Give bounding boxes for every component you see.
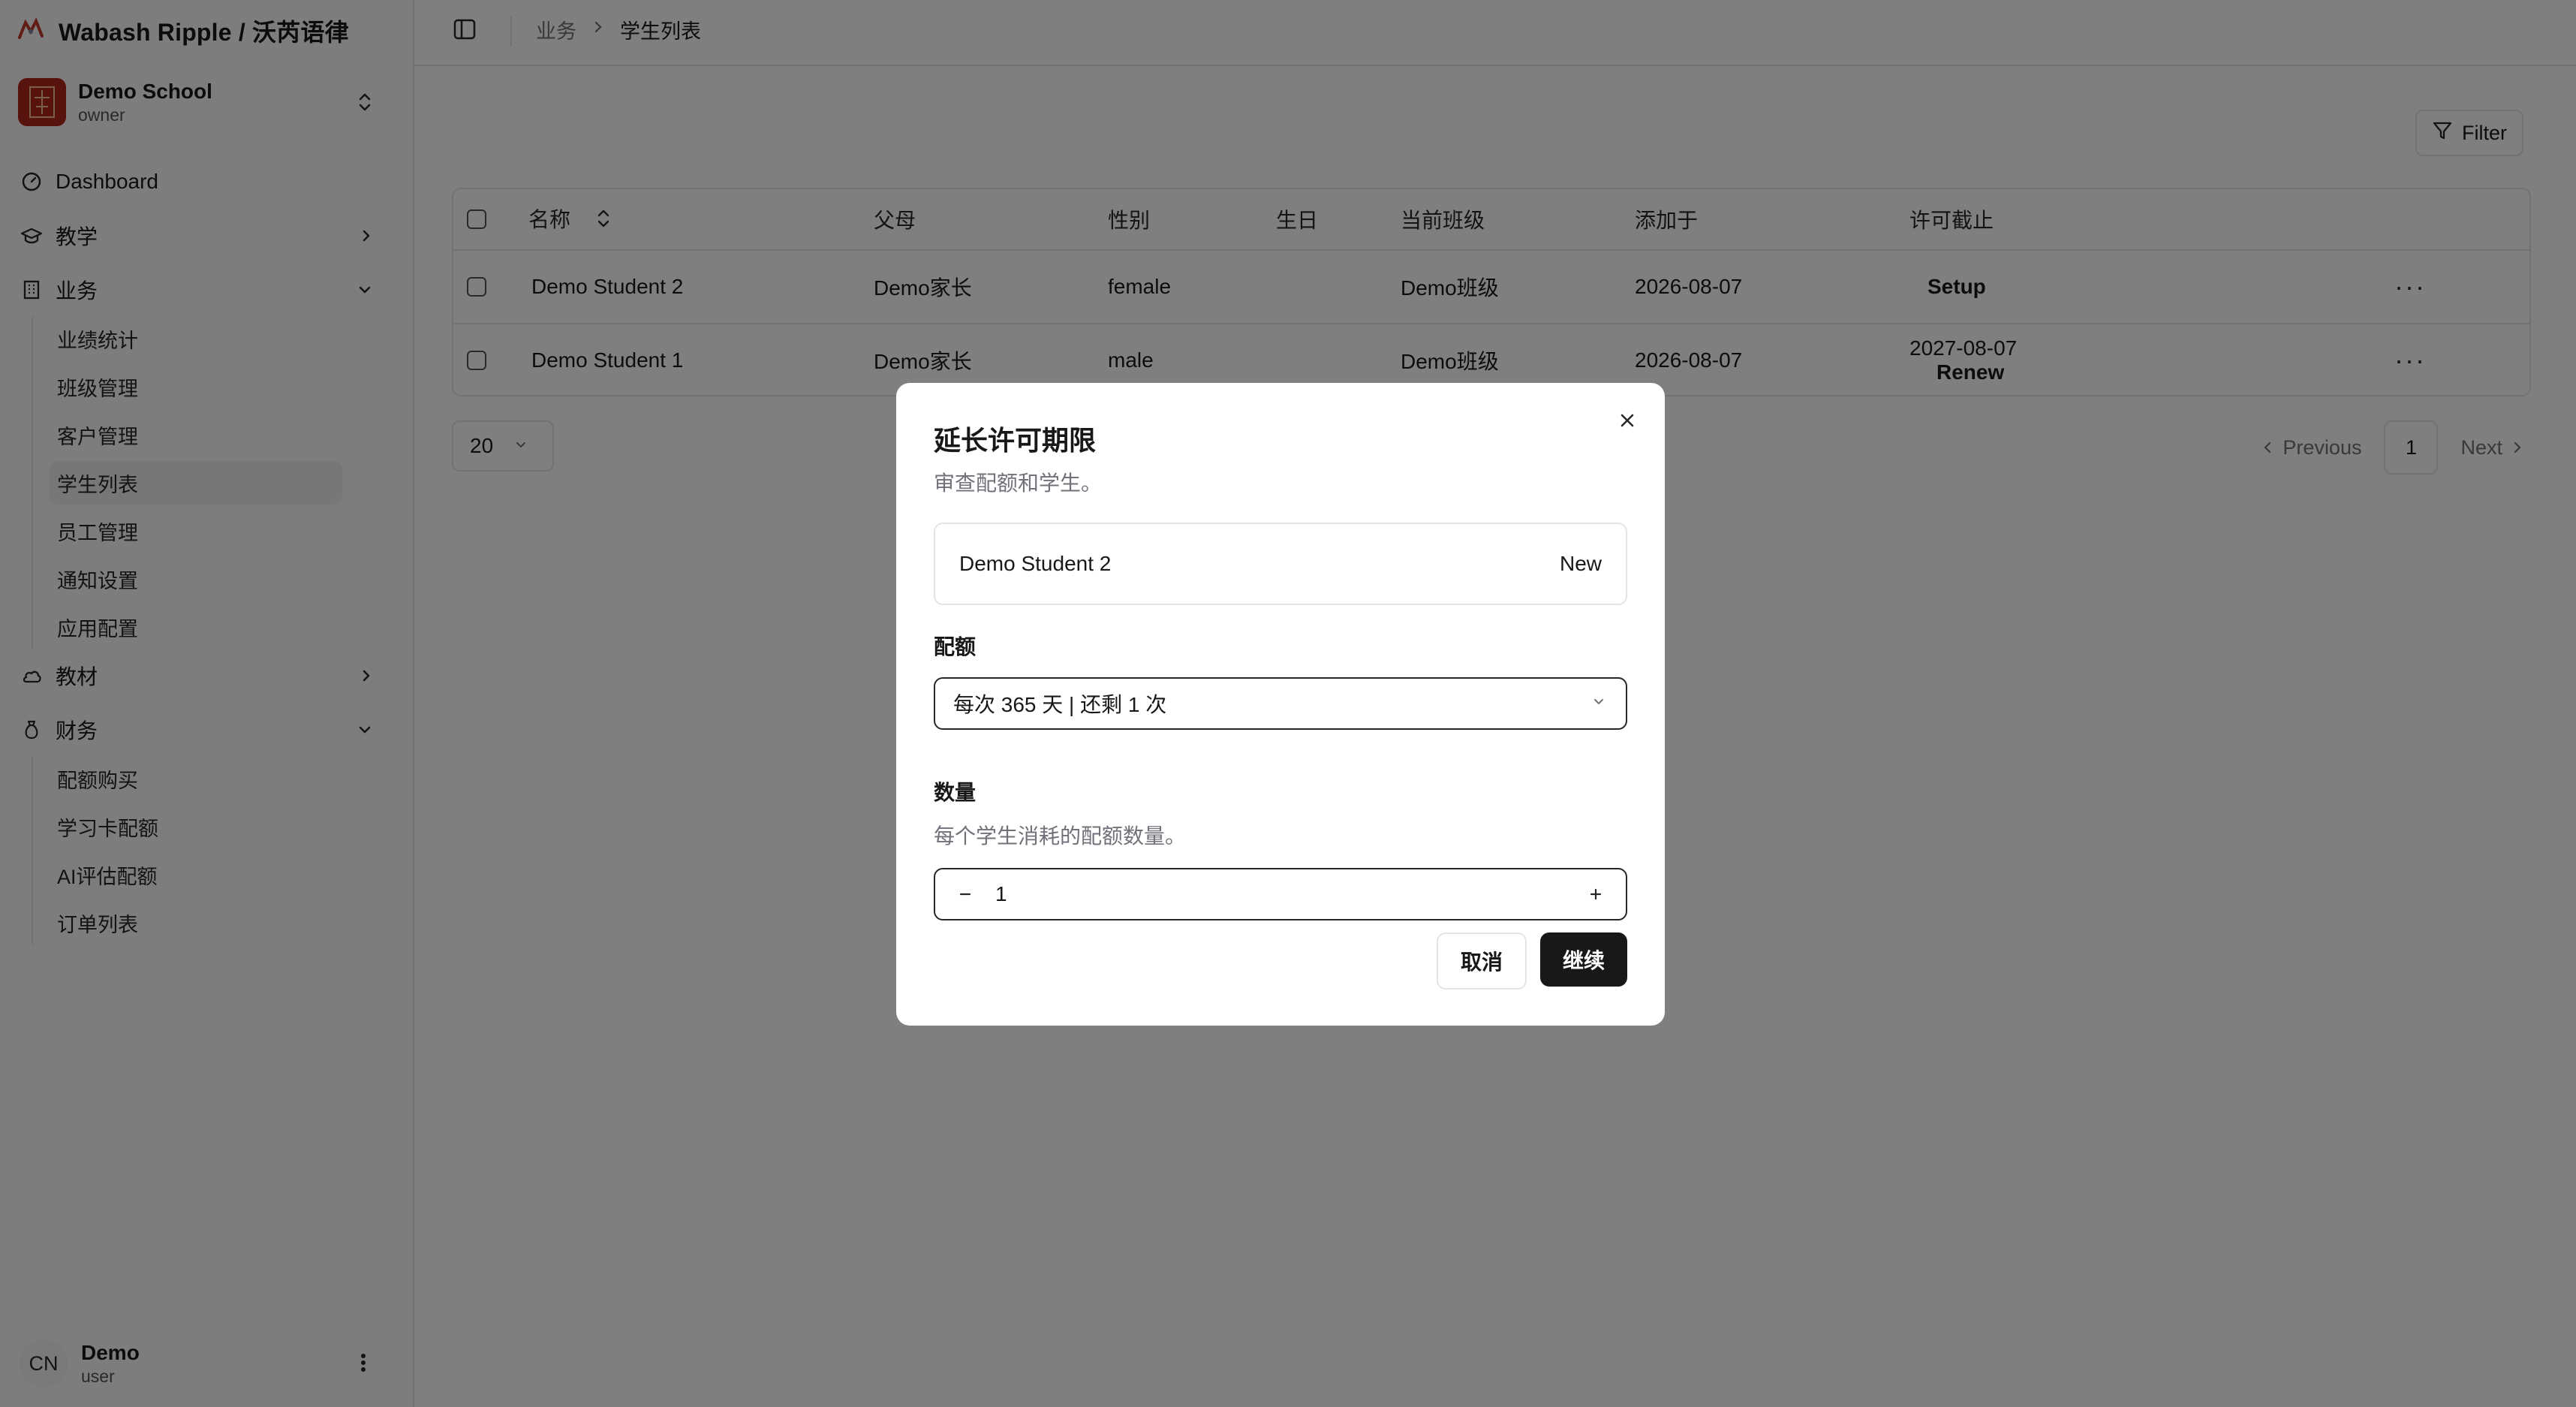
cancel-button[interactable]: 取消 [1436,932,1527,990]
quota-label: 配额 [934,635,977,658]
quantity-stepper: 1 [934,868,1627,920]
quantity-label: 数量 [934,781,977,804]
close-icon[interactable] [1615,408,1639,436]
quota-select-value: 每次 365 天 | 还剩 1 次 [953,693,1167,716]
extend-license-dialog: 延长许可期限 审查配额和学生。 Demo Student 2 New 配额 每次… [896,383,1665,1026]
dialog-description: 审查配额和学生。 [934,472,1103,495]
dialog-title: 延长许可期限 [934,425,1097,456]
continue-button[interactable]: 继续 [1539,932,1627,987]
dialog-actions: 取消 继续 [1436,932,1627,990]
plus-icon[interactable] [1566,885,1626,903]
quota-select[interactable]: 每次 365 天 | 还剩 1 次 [934,677,1627,730]
chevron-down-icon [1590,691,1608,716]
student-name: Demo Student 2 [959,552,1112,575]
quantity-hint: 每个学生消耗的配额数量。 [934,824,1187,848]
quantity-input[interactable]: 1 [995,882,1566,906]
selected-student-card: Demo Student 2 New [934,523,1627,605]
status-badge: New [1559,552,1602,575]
minus-icon[interactable] [935,885,995,903]
